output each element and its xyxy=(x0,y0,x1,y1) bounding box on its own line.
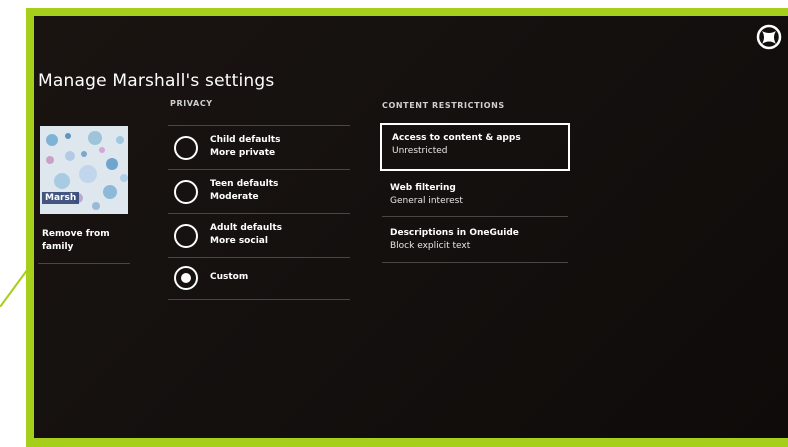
divider xyxy=(168,169,350,170)
restriction-title: Access to content & apps xyxy=(392,133,521,143)
avatar-gamertag: Marsh xyxy=(42,192,80,204)
privacy-option-title: Adult defaults xyxy=(210,223,283,233)
privacy-option-subtitle: More private xyxy=(210,148,276,158)
content-restrictions-heading: CONTENT RESTRICTIONS xyxy=(382,101,505,110)
privacy-option-custom[interactable]: Custom xyxy=(170,258,350,298)
remove-from-family-button[interactable]: Remove from family xyxy=(36,226,130,264)
access-to-content-and-apps[interactable]: Access to content & apps Unrestricted xyxy=(380,123,570,171)
privacy-option-subtitle: Moderate xyxy=(210,192,259,202)
page-title: Manage Marshall's settings xyxy=(38,71,275,91)
restriction-value: Unrestricted xyxy=(392,146,448,156)
radio-button-icon xyxy=(174,224,198,248)
descriptions-in-oneguide[interactable]: Descriptions in OneGuide Block explicit … xyxy=(380,220,570,268)
divider xyxy=(382,262,568,263)
privacy-option-subtitle: More social xyxy=(210,236,268,246)
restriction-value: Block explicit text xyxy=(390,241,471,251)
divider xyxy=(38,263,130,264)
divider xyxy=(168,299,350,300)
privacy-option-child-defaults[interactable]: Child defaults More private xyxy=(170,128,350,168)
settings-screen: Manage Marshall's settings Marsh Remove … xyxy=(34,16,788,438)
privacy-option-title: Custom xyxy=(210,272,249,282)
avatar: Marsh xyxy=(40,126,128,214)
privacy-option-title: Teen defaults xyxy=(210,179,279,189)
restriction-title: Descriptions in OneGuide xyxy=(390,228,519,238)
restriction-value: General interest xyxy=(390,196,463,206)
privacy-option-title: Child defaults xyxy=(210,135,281,145)
radio-button-icon xyxy=(174,180,198,204)
privacy-option-adult-defaults[interactable]: Adult defaults More social xyxy=(170,216,350,256)
divider xyxy=(168,213,350,214)
radio-button-icon xyxy=(174,136,198,160)
divider xyxy=(168,125,350,126)
privacy-option-teen-defaults[interactable]: Teen defaults Moderate xyxy=(170,172,350,212)
divider xyxy=(382,216,568,217)
radio-button-selected-icon xyxy=(174,266,198,290)
privacy-heading: PRIVACY xyxy=(170,99,213,108)
restriction-title: Web filtering xyxy=(390,183,456,193)
xbox-logo-icon[interactable] xyxy=(756,24,782,50)
